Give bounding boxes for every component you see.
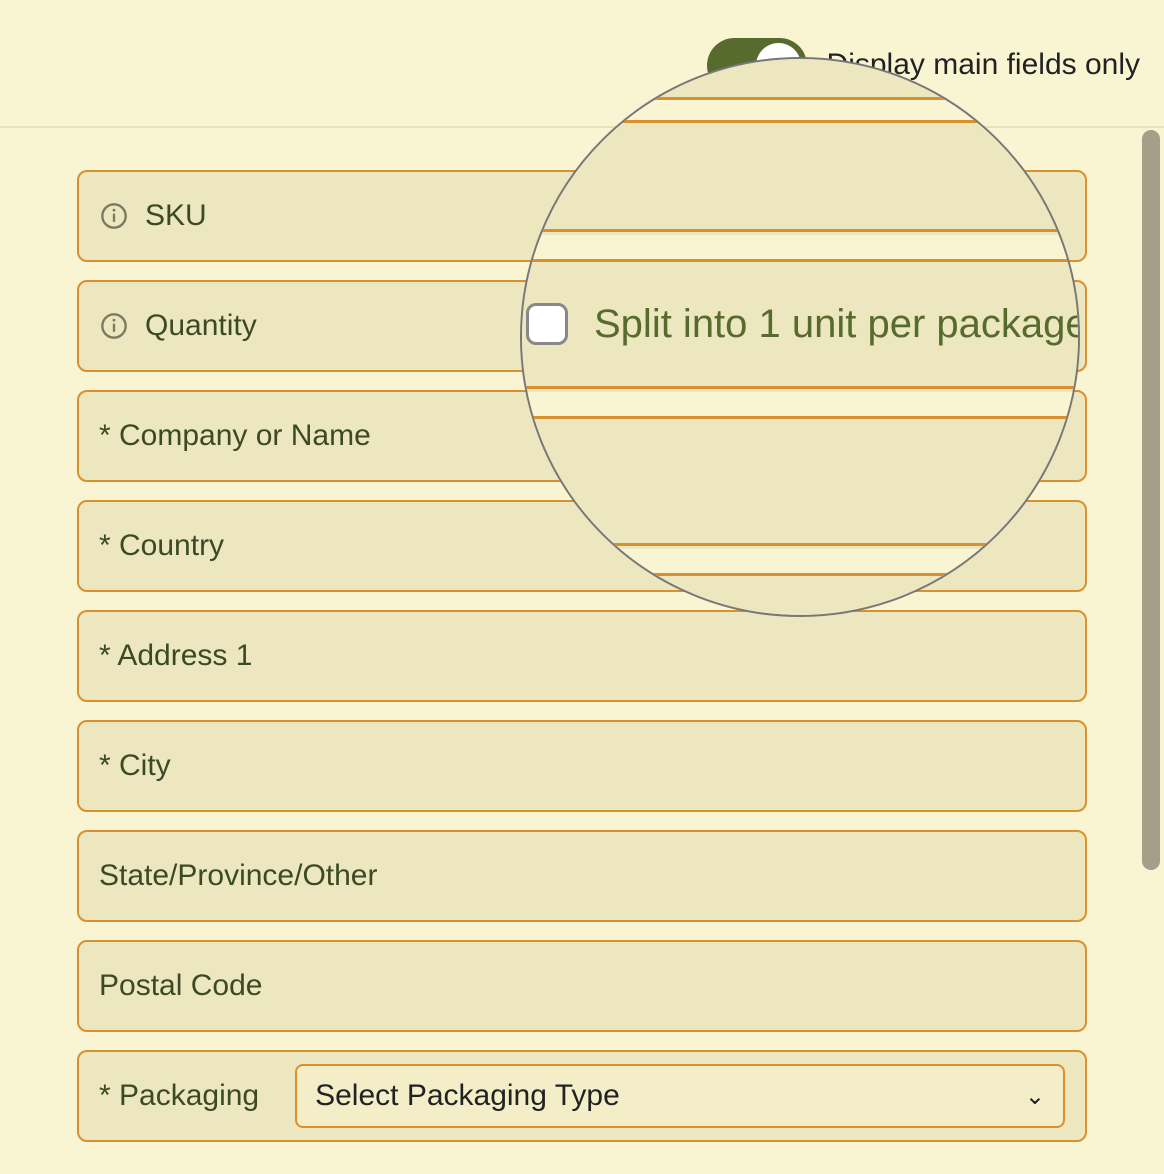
packaging-select-placeholder: Select Packaging Type <box>315 1079 620 1113</box>
info-icon <box>99 311 129 341</box>
split-per-package-row: Split into 1 unit per package <box>520 259 1080 389</box>
state-label: State/Province/Other <box>99 859 377 893</box>
address1-label: * Address 1 <box>99 639 252 673</box>
company-name-label: * Company or Name <box>99 419 371 453</box>
magnifier-lens: Split into 1 unit per package <box>520 57 1080 617</box>
country-label: * Country <box>99 529 224 563</box>
quantity-label: Quantity <box>145 309 257 343</box>
packaging-field: * Packaging Select Packaging Type ⌄ <box>77 1050 1087 1142</box>
state-field[interactable]: State/Province/Other <box>77 830 1087 922</box>
postal-code-field[interactable]: Postal Code <box>77 940 1087 1032</box>
postal-code-label: Postal Code <box>99 969 262 1003</box>
address1-field[interactable]: * Address 1 <box>77 610 1087 702</box>
info-icon <box>99 201 129 231</box>
packaging-label: * Packaging <box>99 1079 259 1113</box>
city-label: * City <box>99 749 171 783</box>
packaging-select[interactable]: Select Packaging Type ⌄ <box>295 1064 1065 1128</box>
split-per-package-checkbox[interactable] <box>526 303 568 345</box>
split-per-package-label: Split into 1 unit per package <box>594 302 1080 347</box>
city-field[interactable]: * City <box>77 720 1087 812</box>
sku-label: SKU <box>145 199 207 233</box>
scrollbar[interactable] <box>1142 130 1160 870</box>
chevron-down-icon: ⌄ <box>1025 1082 1045 1111</box>
magnifier-content: Split into 1 unit per package <box>522 59 1078 615</box>
